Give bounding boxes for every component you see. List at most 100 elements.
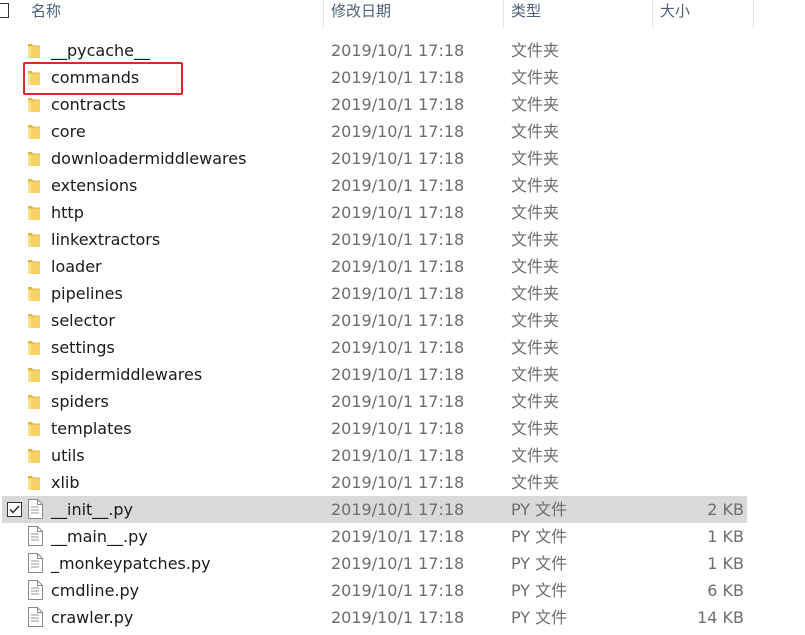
column-date-header[interactable]: 修改日期 (331, 0, 391, 26)
file-type: PY 文件 (511, 554, 568, 573)
file-name[interactable]: commands (51, 64, 139, 91)
file-date: 2019/10/1 17:18 (331, 527, 465, 546)
file-row[interactable]: settings 2019/10/1 17:18 文件夹 (0, 334, 805, 361)
column-divider[interactable] (753, 0, 754, 28)
file-row[interactable]: __main__.py 2019/10/1 17:18 PY 文件 1 KB (0, 523, 805, 550)
file-name[interactable]: spidermiddlewares (51, 361, 202, 388)
file-name[interactable]: linkextractors (51, 226, 160, 253)
folder-icon (27, 420, 41, 437)
file-name[interactable]: templates (51, 415, 132, 442)
file-date: 2019/10/1 17:18 (331, 446, 465, 465)
folder-icon (27, 177, 41, 194)
file-size: 1 KB (707, 527, 744, 546)
select-all-checkbox[interactable] (0, 3, 9, 18)
file-row[interactable]: crawler.py 2019/10/1 17:18 PY 文件 14 KB (0, 604, 805, 631)
file-type: 文件夹 (511, 68, 560, 87)
file-type: 文件夹 (511, 284, 560, 303)
file-name[interactable]: utils (51, 442, 85, 469)
file-type: 文件夹 (511, 95, 560, 114)
file-date: 2019/10/1 17:18 (331, 311, 465, 330)
file-row[interactable]: utils 2019/10/1 17:18 文件夹 (0, 442, 805, 469)
file-type: PY 文件 (511, 581, 568, 600)
file-date: 2019/10/1 17:18 (331, 338, 465, 357)
file-name[interactable]: spiders (51, 388, 109, 415)
file-name[interactable]: selector (51, 307, 115, 334)
file-row[interactable]: spidermiddlewares 2019/10/1 17:18 文件夹 (0, 361, 805, 388)
file-date: 2019/10/1 17:18 (331, 230, 465, 249)
file-date: 2019/10/1 17:18 (331, 68, 465, 87)
file-name[interactable]: core (51, 118, 86, 145)
file-date: 2019/10/1 17:18 (331, 554, 465, 573)
file-icon (27, 607, 43, 627)
file-date: 2019/10/1 17:18 (331, 41, 465, 60)
folder-icon (27, 285, 41, 302)
folder-icon (27, 393, 41, 410)
column-divider[interactable] (652, 0, 653, 28)
file-type: 文件夹 (511, 41, 560, 60)
file-name[interactable]: crawler.py (51, 604, 133, 631)
column-divider[interactable] (323, 0, 324, 28)
file-date: 2019/10/1 17:18 (331, 257, 465, 276)
file-row[interactable]: extensions 2019/10/1 17:18 文件夹 (0, 172, 805, 199)
row-checkbox[interactable] (7, 502, 22, 517)
folder-icon (27, 447, 41, 464)
file-row[interactable]: xlib 2019/10/1 17:18 文件夹 (0, 469, 805, 496)
column-size-header[interactable]: 大小 (660, 0, 690, 26)
file-type: 文件夹 (511, 122, 560, 141)
file-name[interactable]: cmdline.py (51, 577, 139, 604)
file-row[interactable]: loader 2019/10/1 17:18 文件夹 (0, 253, 805, 280)
folder-icon (27, 69, 41, 86)
file-size: 1 KB (707, 554, 744, 573)
file-date: 2019/10/1 17:18 (331, 419, 465, 438)
file-date: 2019/10/1 17:18 (331, 365, 465, 384)
file-row[interactable]: linkextractors 2019/10/1 17:18 文件夹 (0, 226, 805, 253)
file-list: __pycache__ 2019/10/1 17:18 文件夹 commands 201… (0, 37, 805, 631)
file-row[interactable]: downloadermiddlewares 2019/10/1 17:18 文件夹 (0, 145, 805, 172)
file-name[interactable]: downloadermiddlewares (51, 145, 246, 172)
file-row[interactable]: __pycache__ 2019/10/1 17:18 文件夹 (0, 37, 805, 64)
folder-icon (27, 474, 41, 491)
file-name[interactable]: extensions (51, 172, 137, 199)
file-name[interactable]: __pycache__ (51, 37, 150, 64)
folder-icon (27, 150, 41, 167)
file-date: 2019/10/1 17:18 (331, 500, 465, 519)
file-row[interactable]: selector 2019/10/1 17:18 文件夹 (0, 307, 805, 334)
file-row[interactable]: commands 2019/10/1 17:18 文件夹 (0, 64, 805, 91)
folder-icon (27, 339, 41, 356)
column-type-header[interactable]: 类型 (511, 0, 541, 26)
file-name[interactable]: loader (51, 253, 102, 280)
file-size: 14 KB (697, 608, 744, 627)
file-row[interactable]: templates 2019/10/1 17:18 文件夹 (0, 415, 805, 442)
file-icon (27, 499, 43, 519)
file-name[interactable]: _monkeypatches.py (51, 550, 211, 577)
file-date: 2019/10/1 17:18 (331, 176, 465, 195)
file-name[interactable]: http (51, 199, 84, 226)
file-type: PY 文件 (511, 527, 568, 546)
file-row[interactable]: http 2019/10/1 17:18 文件夹 (0, 199, 805, 226)
file-name[interactable]: __main__.py (51, 523, 148, 550)
file-row[interactable]: contracts 2019/10/1 17:18 文件夹 (0, 91, 805, 118)
file-name[interactable]: contracts (51, 91, 126, 118)
file-row[interactable]: cmdline.py 2019/10/1 17:18 PY 文件 6 KB (0, 577, 805, 604)
file-row[interactable]: pipelines 2019/10/1 17:18 文件夹 (0, 280, 805, 307)
file-name[interactable]: settings (51, 334, 115, 361)
file-date: 2019/10/1 17:18 (331, 149, 465, 168)
file-date: 2019/10/1 17:18 (331, 608, 465, 627)
file-row[interactable]: _monkeypatches.py 2019/10/1 17:18 PY 文件 1 K… (0, 550, 805, 577)
column-name-header[interactable]: 名称 (31, 0, 61, 26)
file-row[interactable]: core 2019/10/1 17:18 文件夹 (0, 118, 805, 145)
folder-icon (27, 204, 41, 221)
file-name[interactable]: xlib (51, 469, 80, 496)
column-divider[interactable] (503, 0, 504, 28)
file-type: 文件夹 (511, 311, 560, 330)
file-date: 2019/10/1 17:18 (331, 95, 465, 114)
file-type: 文件夹 (511, 473, 560, 492)
file-name[interactable]: __init__.py (51, 496, 133, 523)
file-type: PY 文件 (511, 608, 568, 627)
file-size: 6 KB (707, 581, 744, 600)
file-icon (27, 553, 43, 573)
file-name[interactable]: pipelines (51, 280, 123, 307)
file-type: 文件夹 (511, 176, 560, 195)
file-row[interactable]: spiders 2019/10/1 17:18 文件夹 (0, 388, 805, 415)
file-row[interactable]: __init__.py 2019/10/1 17:18 PY 文件 2 KB (0, 496, 805, 523)
